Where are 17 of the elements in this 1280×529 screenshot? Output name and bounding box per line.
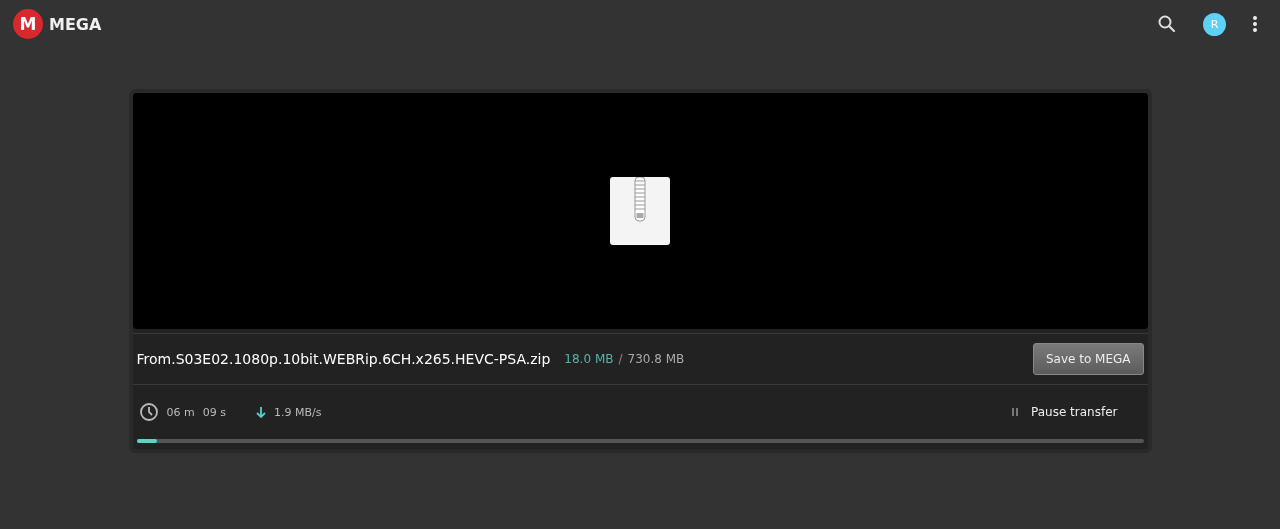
file-name: From.S03E02.1080p.10bit.WEBRip.6CH.x265.HEVC-PSA.zip bbox=[136, 351, 551, 367]
pause-button[interactable]: Pause transfer bbox=[1011, 405, 1142, 419]
pause-icon bbox=[1011, 407, 1019, 417]
menu-icon[interactable] bbox=[1252, 15, 1258, 33]
search-icon[interactable] bbox=[1157, 14, 1177, 34]
zip-file-icon bbox=[610, 177, 670, 245]
total-size: 730.8 MB bbox=[627, 352, 685, 366]
download-speed: 1.9 MB/s bbox=[273, 405, 322, 419]
size-separator: / bbox=[618, 352, 623, 366]
save-button[interactable]: Save to MEGA bbox=[1032, 343, 1144, 375]
brand-name[interactable]: MEGA bbox=[49, 14, 102, 34]
downloaded-size: 18.0 MB bbox=[564, 352, 614, 366]
time-minutes: 06 m bbox=[166, 405, 195, 419]
down-arrow-icon bbox=[255, 406, 266, 418]
time-seconds: 09 s bbox=[202, 405, 226, 419]
logo-icon[interactable]: M bbox=[13, 9, 43, 39]
clock-icon bbox=[138, 402, 159, 422]
